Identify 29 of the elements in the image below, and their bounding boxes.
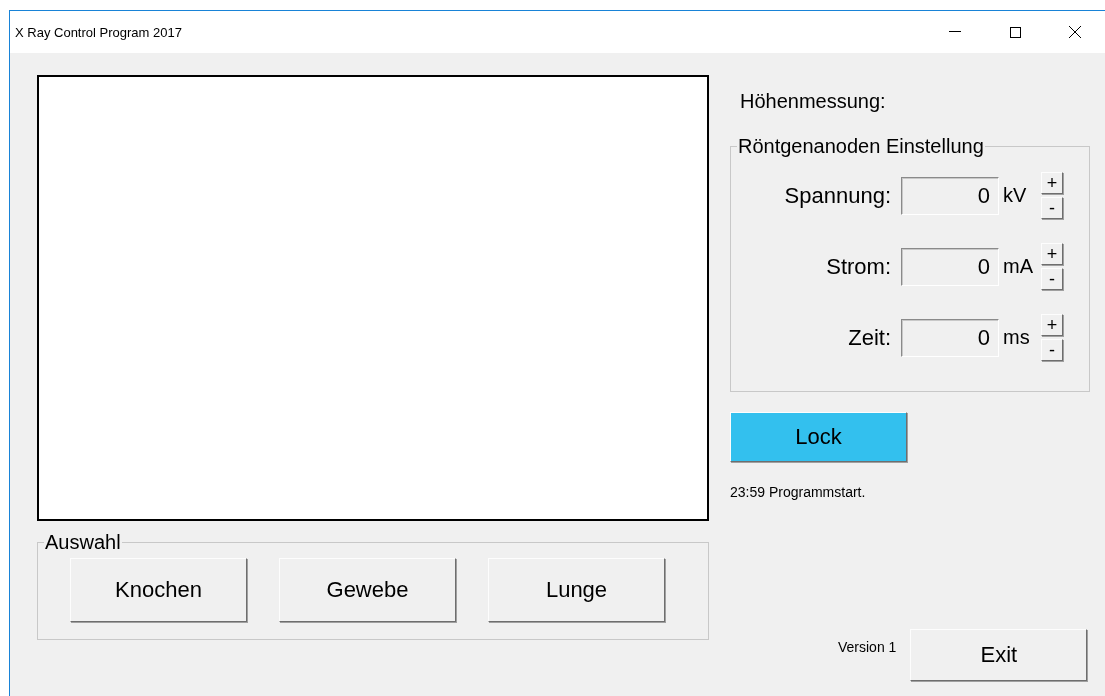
height-measurement-label: Höhenmessung:	[740, 90, 887, 113]
value-field[interactable]: 0	[901, 247, 999, 286]
mode-button[interactable]: Lunge	[488, 558, 665, 622]
minimize-icon[interactable]	[949, 31, 961, 33]
group-title: Röntgenanoden Einstellung	[737, 135, 985, 158]
increment-button[interactable]: +	[1041, 243, 1063, 265]
value-field[interactable]: 0	[901, 318, 999, 357]
field-label: Zeit:	[847, 324, 892, 351]
close-icon[interactable]	[1069, 26, 1081, 38]
mode-button[interactable]: Gewebe	[279, 558, 456, 622]
maximize-icon[interactable]	[1009, 26, 1021, 38]
exit-button[interactable]: Exit	[910, 629, 1088, 681]
increment-button[interactable]: +	[1041, 172, 1063, 194]
log-entry: 23:59 Programmstart.	[730, 484, 867, 500]
unit-label: mA	[1002, 255, 1034, 278]
field-label: Strom:	[825, 253, 892, 280]
field-label: Spannung:	[783, 182, 892, 209]
version-label: Version 1	[838, 638, 897, 655]
decrement-button[interactable]: -	[1041, 197, 1063, 219]
mode-button[interactable]: Knochen	[70, 558, 247, 622]
unit-label: ms	[1002, 326, 1031, 349]
unit-label: kV	[1002, 184, 1028, 207]
lock-button[interactable]: Lock	[730, 412, 907, 462]
increment-button[interactable]: +	[1041, 314, 1063, 336]
window-title: X Ray Control Program 2017	[15, 24, 183, 40]
group-title: Auswahl	[44, 531, 122, 554]
value-field[interactable]: 0	[901, 176, 999, 215]
decrement-button[interactable]: -	[1041, 339, 1063, 361]
decrement-button[interactable]: -	[1041, 268, 1063, 290]
